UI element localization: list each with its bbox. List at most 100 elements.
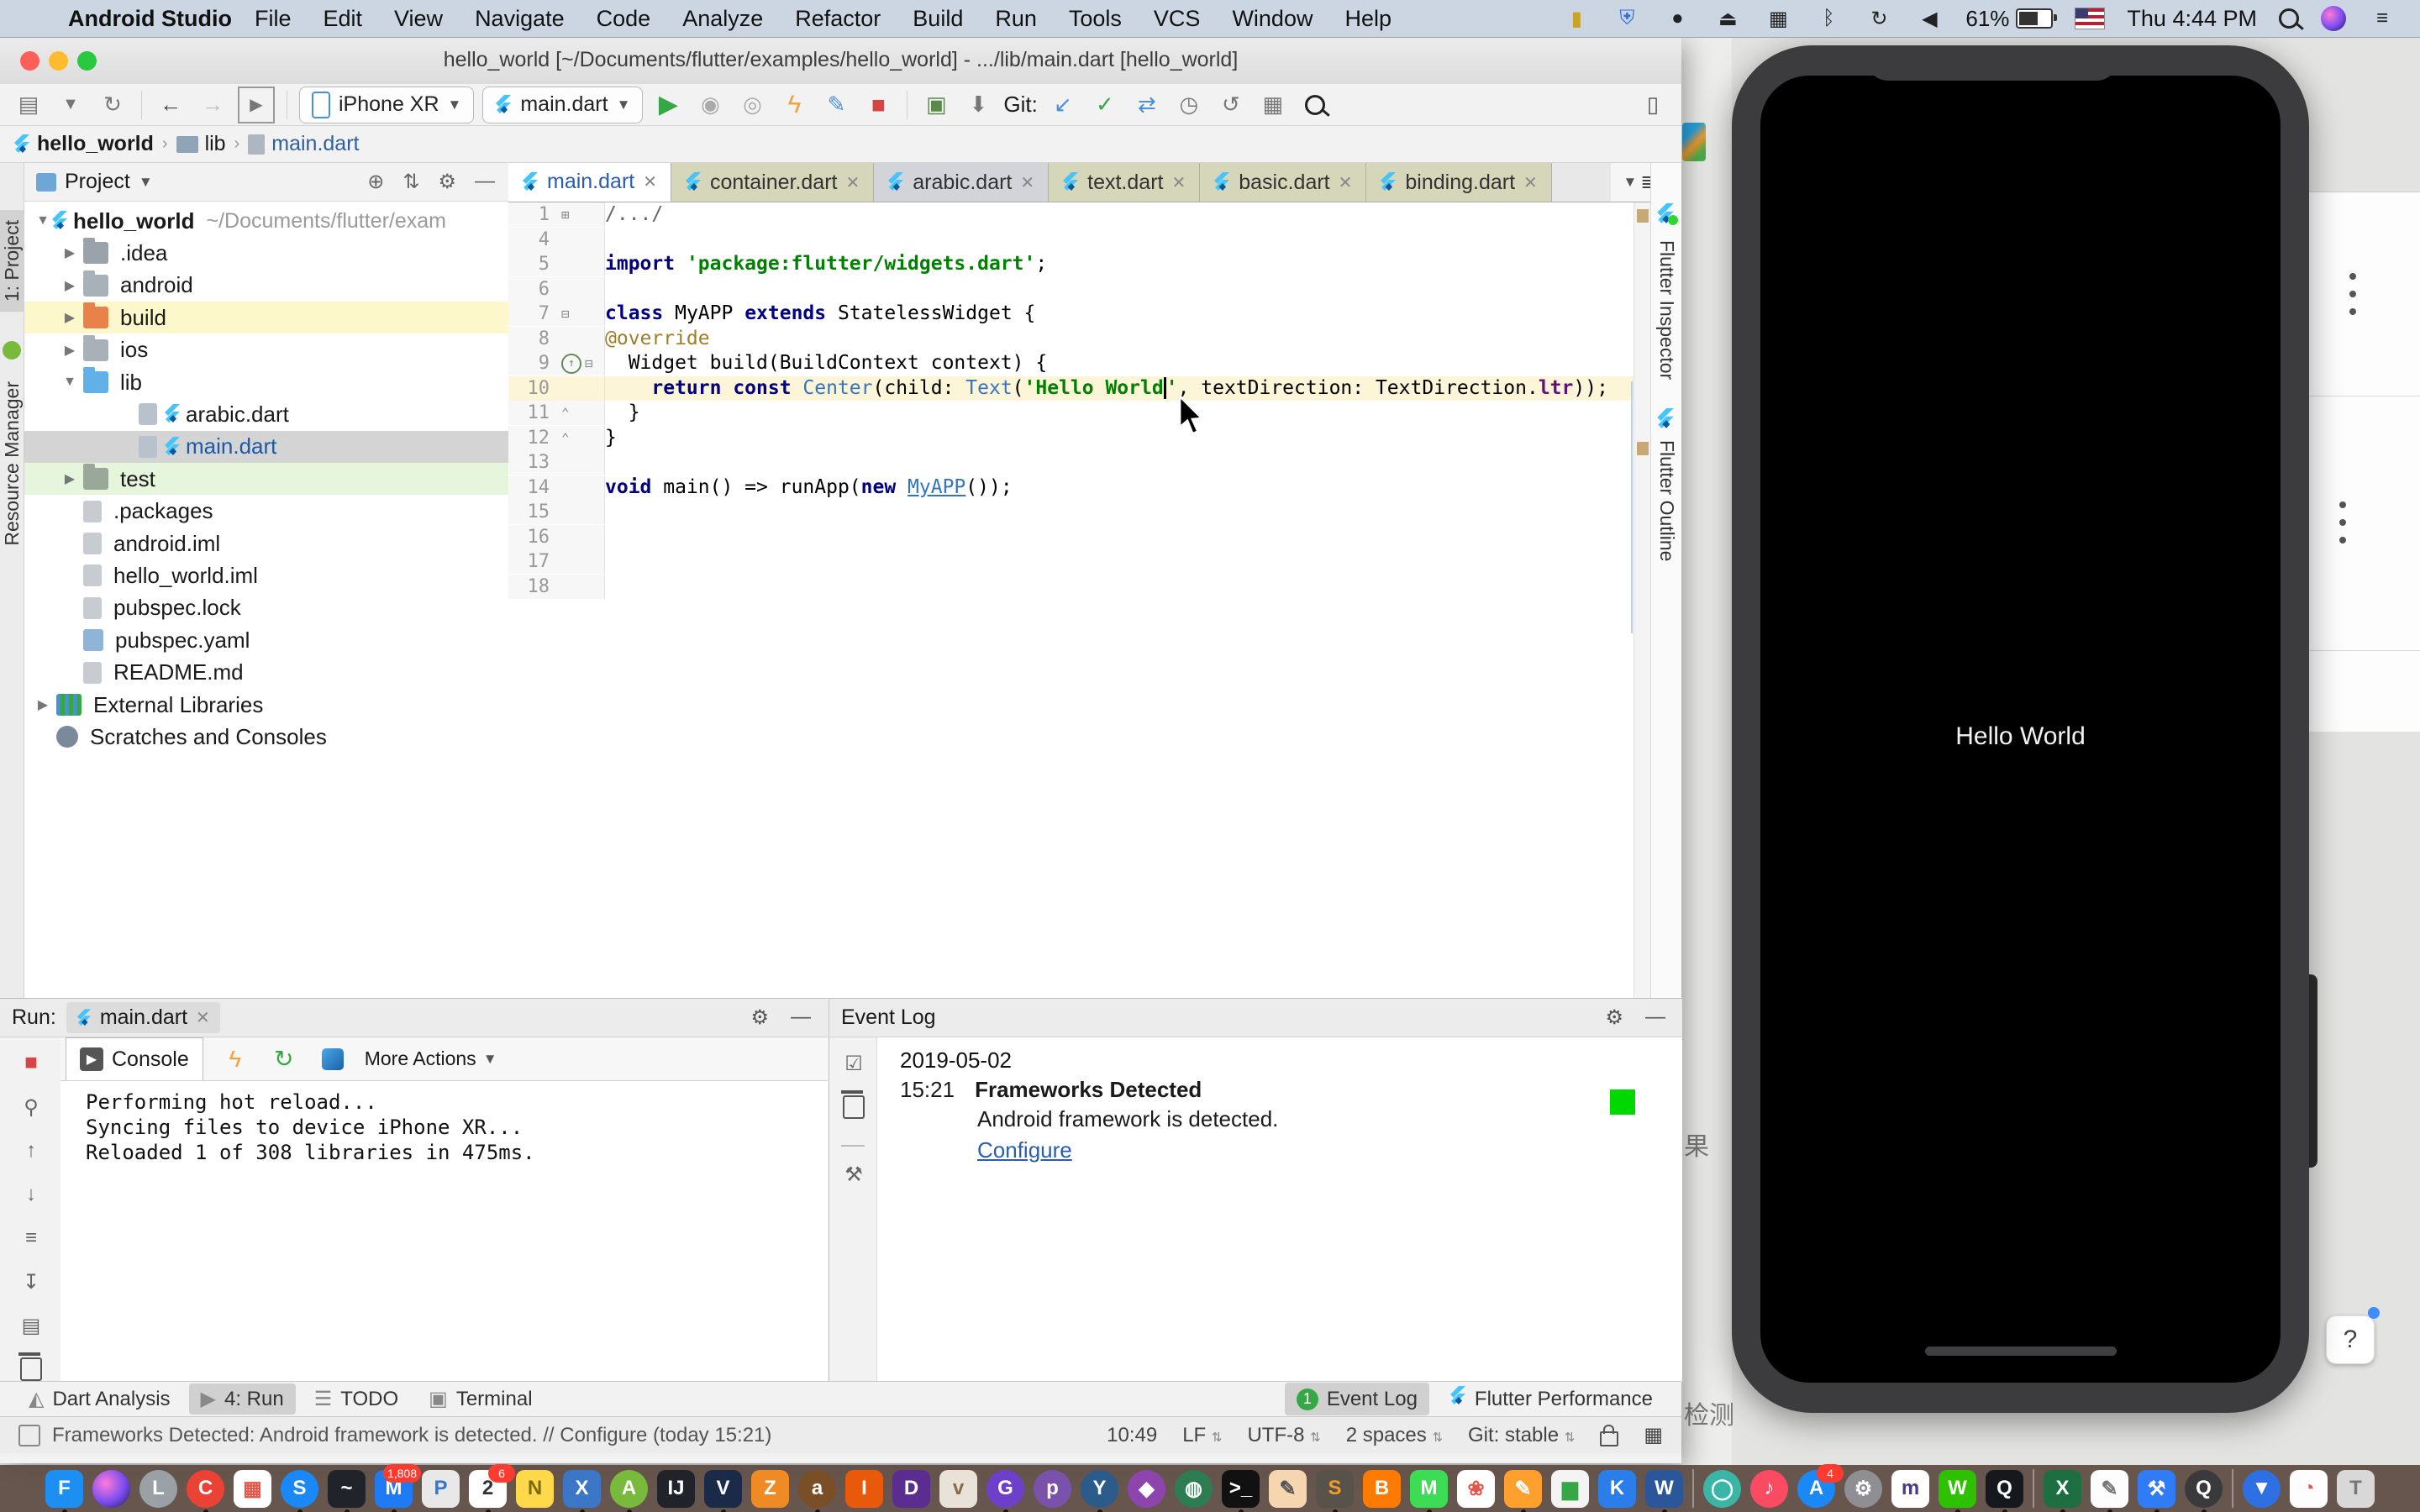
- dock-siri[interactable]: [92, 1470, 130, 1508]
- tool-button-flutter-inspector[interactable]: Flutter Inspector: [1655, 240, 1678, 380]
- dock-github-desktop[interactable]: G: [986, 1470, 1024, 1508]
- fold-marker-icon[interactable]: ⊟: [561, 306, 570, 322]
- history-icon[interactable]: ◷: [1172, 88, 1206, 122]
- down-stack-trace-icon[interactable]: ↓: [17, 1180, 45, 1209]
- menu-run[interactable]: Run: [979, 6, 1053, 32]
- menu-navigate[interactable]: Navigate: [459, 6, 581, 32]
- console-tab[interactable]: ▶ Console: [66, 1037, 203, 1080]
- code-line-10[interactable]: 10 return const Center(child: Text('Hell…: [508, 376, 1681, 401]
- breadcrumb-item-hello_world[interactable]: hello_world: [13, 132, 154, 156]
- tab-binding-dart[interactable]: binding.dart✕: [1366, 163, 1551, 202]
- hide-panel-icon[interactable]: —: [1645, 1005, 1665, 1030]
- fold-marker-icon[interactable]: ⌃: [561, 405, 570, 421]
- tree-expand-icon[interactable]: ▼: [61, 375, 78, 390]
- help-button[interactable]: ?: [2326, 1315, 2375, 1364]
- tree-item--packages[interactable]: .packages: [24, 496, 545, 528]
- caret-position[interactable]: 10:49: [1107, 1424, 1157, 1447]
- code-line-7[interactable]: 7⊟class MyAPP extends StatelessWidget {: [508, 302, 1681, 326]
- hot-reload-icon[interactable]: ϟ: [218, 1042, 252, 1076]
- menu-view[interactable]: View: [378, 6, 459, 32]
- dock-atom[interactable]: ◍: [1175, 1470, 1213, 1508]
- kebab-menu-icon[interactable]: [2349, 273, 2356, 315]
- git-diff-icon[interactable]: ⇄: [1130, 88, 1164, 122]
- code-line-11[interactable]: 11⌃ }: [508, 401, 1681, 425]
- close-icon[interactable]: ✕: [196, 1007, 210, 1028]
- tree-item--idea[interactable]: ▶.idea: [24, 237, 545, 269]
- dock-d-app[interactable]: D: [892, 1470, 930, 1508]
- scroll-to-end-icon[interactable]: ↧: [17, 1268, 45, 1296]
- tree-collapse-icon[interactable]: ▶: [34, 696, 51, 713]
- hide-panel-icon[interactable]: —: [791, 1005, 811, 1030]
- dock-zeppelin-app[interactable]: Z: [751, 1470, 789, 1508]
- dock-terminal[interactable]: >_: [1222, 1470, 1260, 1508]
- control-center-icon[interactable]: ≡: [2368, 4, 2396, 33]
- rollback-icon[interactable]: ↺: [1214, 88, 1248, 122]
- editor-scrollbar[interactable]: [1634, 202, 1651, 998]
- tree-item-external-libraries[interactable]: ▶External Libraries: [24, 689, 518, 721]
- tree-item-scratches-and-consoles[interactable]: Scratches and Consoles: [24, 721, 518, 753]
- dock-downloads[interactable]: ▼: [2243, 1470, 2281, 1508]
- close-icon[interactable]: ✕: [1339, 172, 1353, 193]
- window-title-bar[interactable]: hello_world [~/Documents/flutter/example…: [0, 37, 1681, 85]
- simulator-screen[interactable]: Hello World: [1760, 76, 2281, 1383]
- indent-selector[interactable]: 2 spaces ⇅: [1346, 1424, 1443, 1447]
- spotlight-search-icon[interactable]: [2279, 8, 2299, 29]
- code-line-8[interactable]: 8@override: [508, 327, 1681, 351]
- menu-file[interactable]: File: [239, 6, 308, 32]
- menu-tools[interactable]: Tools: [1053, 6, 1138, 32]
- tree-item-android-iml[interactable]: android.iml: [24, 528, 545, 559]
- run-config-selector[interactable]: main.dart▼: [482, 87, 643, 123]
- dock-keynote[interactable]: K: [1598, 1470, 1636, 1508]
- tool-button-event-log[interactable]: 1Event Log: [1285, 1383, 1429, 1415]
- dock-chrome[interactable]: C: [187, 1470, 224, 1508]
- tree-expand-icon[interactable]: ▼: [34, 213, 51, 228]
- dock-gem-app[interactable]: ◆: [1128, 1470, 1165, 1508]
- dock-numbers[interactable]: ▆: [1551, 1470, 1589, 1508]
- compare-branches-icon[interactable]: ▦: [1256, 88, 1290, 122]
- dock-sublime-text[interactable]: S: [1316, 1470, 1354, 1508]
- dock-quicktime[interactable]: Q: [2185, 1470, 2223, 1508]
- dock-word[interactable]: W: [1645, 1470, 1683, 1508]
- tool-button-resource-manager[interactable]: Resource Manager: [0, 373, 24, 554]
- clear-console-icon[interactable]: [17, 1355, 45, 1383]
- volume-icon[interactable]: ◀: [1915, 4, 1944, 33]
- dock-textedit[interactable]: ✎: [2091, 1470, 2128, 1508]
- project-view-selector[interactable]: Project: [65, 170, 130, 194]
- code-line-1[interactable]: 1⊞/.../: [508, 202, 1681, 227]
- dock-wechat[interactable]: W: [1939, 1470, 1976, 1508]
- hot-restart-icon[interactable]: ↻: [267, 1042, 301, 1076]
- menu-edit[interactable]: Edit: [307, 6, 378, 32]
- hide-panel-icon[interactable]: —: [475, 170, 495, 194]
- tool-button-terminal[interactable]: ▣Terminal: [417, 1383, 544, 1415]
- toolbar-right-icon[interactable]: ▯: [1636, 88, 1670, 122]
- menu-vcs[interactable]: VCS: [1138, 6, 1217, 32]
- sync-icon[interactable]: ↻: [96, 88, 129, 122]
- dock-books[interactable]: B: [1363, 1470, 1401, 1508]
- fold-marker-icon[interactable]: ⌃: [561, 430, 570, 446]
- desktop-file-icon[interactable]: [1682, 123, 1706, 161]
- lock-icon[interactable]: [1600, 1431, 1618, 1446]
- menu-window[interactable]: Window: [1216, 6, 1328, 32]
- dock-purple-app[interactable]: p: [1034, 1470, 1071, 1508]
- dock-m-app[interactable]: m: [1891, 1470, 1929, 1508]
- tab-arabic-dart[interactable]: arabic.dart✕: [874, 163, 1049, 202]
- tool-button-dart-analysis[interactable]: ◭Dart Analysis: [17, 1383, 182, 1415]
- close-icon[interactable]: ✕: [1171, 172, 1186, 193]
- code-line-9[interactable]: 9↑⊟ Widget build(BuildContext context) {: [508, 351, 1681, 375]
- code-line-6[interactable]: 6: [508, 277, 1681, 302]
- mark-all-read-icon[interactable]: ☑: [839, 1049, 868, 1078]
- wechat-icon[interactable]: ●: [1663, 4, 1691, 33]
- menu-code[interactable]: Code: [581, 6, 667, 32]
- code-line-4[interactable]: 4: [508, 228, 1681, 252]
- tab-container-dart[interactable]: container.dart✕: [671, 163, 874, 202]
- tree-collapse-icon[interactable]: ▶: [61, 342, 78, 359]
- siri-icon[interactable]: [2321, 6, 2346, 31]
- dock-vase-app[interactable]: v: [939, 1470, 977, 1508]
- tree-item-build[interactable]: ▶build: [24, 302, 545, 333]
- tree-item-lib[interactable]: ▼lib: [24, 366, 545, 398]
- indicator-grid-icon[interactable]: ▦: [1644, 1423, 1663, 1447]
- flutter-hot-reload-icon[interactable]: ϟ: [777, 88, 811, 122]
- run-to-cursor-icon[interactable]: ▶: [238, 87, 275, 123]
- dock-system-preferences[interactable]: ⚙: [1844, 1470, 1882, 1508]
- dock-notes[interactable]: N: [516, 1470, 554, 1508]
